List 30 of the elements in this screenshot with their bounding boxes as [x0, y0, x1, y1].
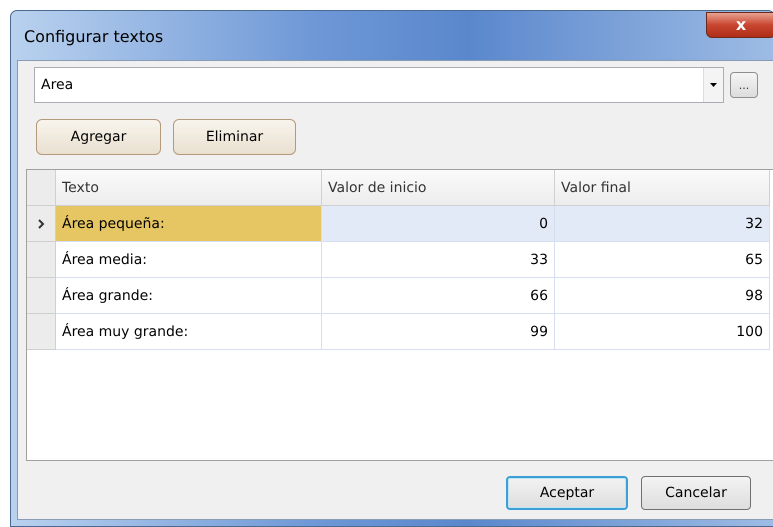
row-header[interactable]: [27, 314, 56, 350]
ok-button[interactable]: Aceptar: [506, 476, 628, 510]
text-set-dropdown[interactable]: Area: [34, 67, 724, 103]
table-cell: Área grande:: [56, 278, 322, 314]
cancel-button[interactable]: Cancelar: [641, 476, 751, 510]
table-cell: 65: [555, 242, 770, 278]
close-button[interactable]: x: [706, 12, 773, 38]
browse-button[interactable]: ...: [730, 72, 758, 98]
table-cell: Área muy grande:: [56, 314, 322, 350]
column-header[interactable]: Valor de inicio: [322, 170, 555, 206]
table-cell: 0: [322, 206, 555, 242]
table-cell: 99: [322, 314, 555, 350]
row-header[interactable]: [27, 242, 56, 278]
dropdown-arrow-icon: [710, 83, 717, 87]
table-cell: Área pequeña:: [56, 206, 322, 242]
table-cell: 98: [555, 278, 770, 314]
column-header[interactable]: Texto: [56, 170, 322, 206]
row-header[interactable]: [27, 206, 56, 242]
delete-button[interactable]: Eliminar: [173, 119, 296, 155]
window-title: Configurar textos: [23, 26, 164, 46]
table-cell: Área media:: [56, 242, 322, 278]
table-cell: 33: [322, 242, 555, 278]
add-button[interactable]: Agregar: [36, 119, 161, 155]
current-row-icon: [38, 218, 44, 228]
row-header[interactable]: [27, 278, 56, 314]
corner-header: [27, 170, 56, 206]
table-cell: 66: [322, 278, 555, 314]
table-cell: 32: [555, 206, 770, 242]
column-header[interactable]: Valor final: [555, 170, 770, 206]
table-cell: 100: [555, 314, 770, 350]
